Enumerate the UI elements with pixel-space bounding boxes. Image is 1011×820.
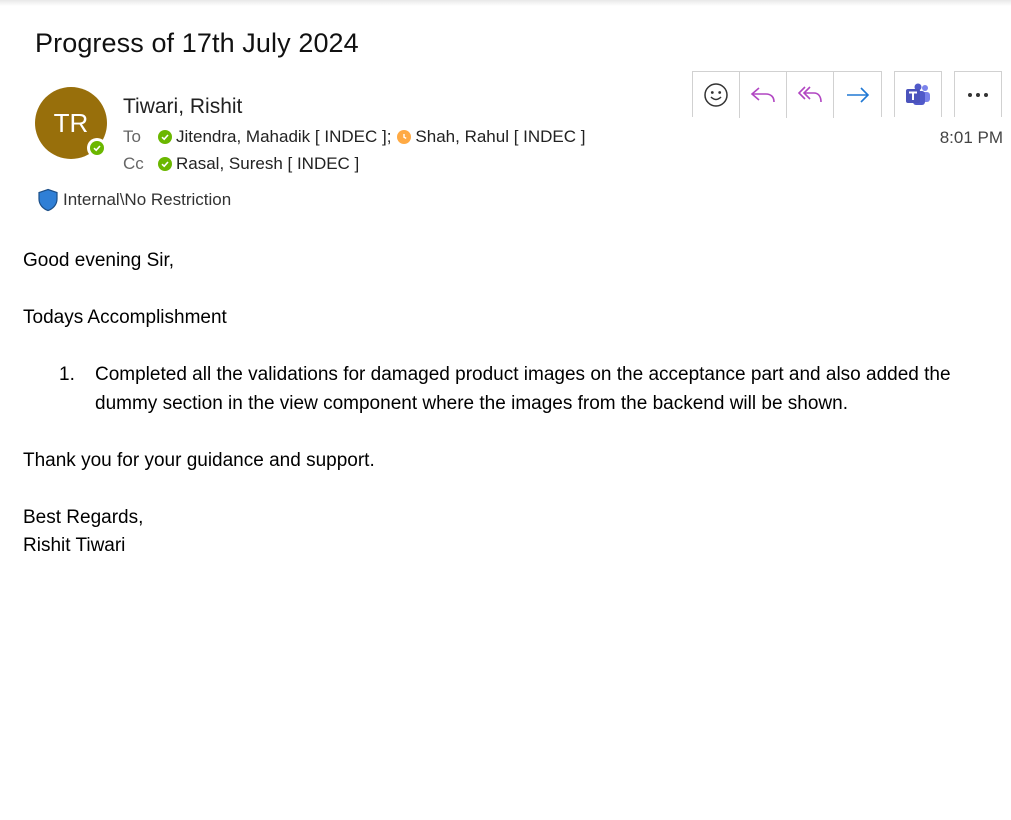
sender-name[interactable]: Tiwari, Rishit bbox=[123, 95, 242, 119]
top-shade bbox=[0, 0, 1011, 6]
sent-time: 8:01 PM bbox=[939, 128, 1003, 147]
available-status-icon bbox=[158, 130, 172, 144]
message-body: Good evening Sir, Todays Accomplishment … bbox=[23, 247, 993, 561]
list-item-number: 1. bbox=[59, 364, 75, 385]
sensitivity-label[interactable]: Internal\No Restriction bbox=[37, 188, 231, 212]
presence-available-icon bbox=[87, 138, 107, 158]
cc-row: Cc Rasal, Suresh [ INDEC ] bbox=[123, 154, 359, 174]
forward-button[interactable] bbox=[834, 72, 881, 118]
response-button-group bbox=[692, 71, 882, 118]
reply-all-icon bbox=[797, 86, 822, 103]
teams-icon bbox=[906, 83, 930, 105]
reply-icon bbox=[750, 87, 775, 103]
thanks-line: Thank you for your guidance and support. bbox=[23, 449, 375, 471]
emoji-react-icon bbox=[704, 83, 728, 107]
to-label: To bbox=[123, 127, 141, 146]
cc-label: Cc bbox=[123, 154, 144, 173]
recipient-shah[interactable]: Shah, Rahul [ INDEC ] bbox=[415, 127, 585, 147]
available-status-icon bbox=[158, 157, 172, 171]
away-status-icon bbox=[397, 130, 412, 144]
signature-name: Rishit Tiwari bbox=[23, 535, 126, 556]
accomplishment-list: 1. Completed all the validations for dam… bbox=[23, 361, 993, 418]
more-icon bbox=[968, 92, 988, 97]
reply-all-button[interactable] bbox=[787, 72, 834, 118]
list-item: 1. Completed all the validations for dam… bbox=[23, 361, 993, 418]
recipient-jitendra[interactable]: Jitendra, Mahadik [ INDEC ]; bbox=[176, 127, 391, 147]
reply-button[interactable] bbox=[740, 72, 787, 118]
emoji-react-button[interactable] bbox=[693, 72, 740, 118]
shield-icon bbox=[38, 188, 58, 212]
email-subject: Progress of 17th July 2024 bbox=[35, 28, 359, 58]
forward-icon bbox=[846, 87, 869, 103]
avatar-initials: TR bbox=[53, 107, 89, 138]
recipient-rasal[interactable]: Rasal, Suresh [ INDEC ] bbox=[176, 154, 359, 174]
to-row: To Jitendra, Mahadik [ INDEC ]; Shah, Ra… bbox=[123, 127, 586, 147]
regards-line: Best Regards, bbox=[23, 506, 144, 528]
more-actions-button[interactable] bbox=[954, 71, 1002, 117]
classification-text: Internal\No Restriction bbox=[63, 190, 232, 209]
body-heading: Todays Accomplishment bbox=[23, 307, 227, 328]
list-item-text: Completed all the validations for damage… bbox=[95, 364, 951, 414]
greeting: Good evening Sir, bbox=[23, 250, 175, 271]
teams-button[interactable] bbox=[894, 71, 942, 117]
message-toolbar bbox=[692, 71, 1002, 118]
